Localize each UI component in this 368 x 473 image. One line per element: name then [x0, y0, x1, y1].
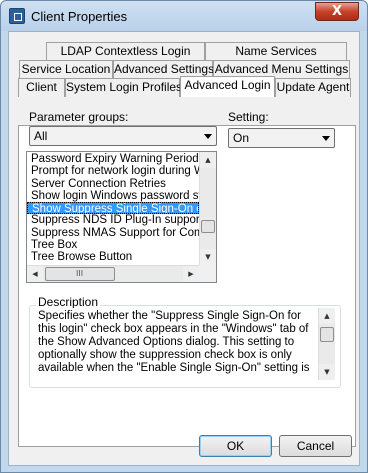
list-item[interactable]: Prompt for network login during W — [27, 165, 199, 177]
scroll-left-icon[interactable]: ◀ — [27, 266, 43, 282]
description-text: Specifies whether the "Suppress Single S… — [38, 310, 310, 374]
chevron-down-icon — [204, 134, 212, 139]
setting-value: On — [233, 131, 250, 145]
description-vscroll-thumb[interactable] — [320, 327, 334, 342]
list-item-selected[interactable]: Show Suppress Single Sign-On che — [27, 202, 199, 215]
tab-update-agent[interactable]: Update Agent — [275, 78, 351, 97]
setting-label: Setting: — [228, 110, 269, 124]
list-hscroll-thumb[interactable]: III — [45, 267, 115, 281]
tab-name-services[interactable]: Name Services — [205, 42, 347, 61]
scroll-down-icon[interactable]: ▼ — [200, 249, 216, 265]
list-item[interactable]: Suppress NDS ID Plug-In support — [27, 214, 199, 226]
scroll-up-icon[interactable]: ▲ — [319, 308, 335, 324]
title-bar[interactable]: Client Properties X — [1, 1, 367, 31]
parameter-groups-dropdown[interactable]: All — [29, 126, 217, 146]
close-button[interactable]: X — [315, 2, 359, 21]
description-vertical-scrollbar[interactable]: ▲ ▼ — [318, 308, 335, 380]
list-item[interactable]: Password Expiry Warning Period — [27, 153, 199, 165]
list-vertical-scrollbar[interactable]: ▲ ▼ — [199, 152, 216, 265]
parameter-listbox[interactable]: Password Expiry Warning Period Prompt fo… — [26, 151, 217, 283]
parameter-groups-value: All — [34, 129, 48, 143]
client-properties-window: Client Properties X LDAP Contextless Log… — [0, 0, 368, 473]
tab-client[interactable]: Client — [18, 78, 65, 97]
scroll-down-icon[interactable]: ▼ — [319, 364, 335, 380]
tab-advanced-login[interactable]: Advanced Login — [180, 76, 275, 97]
description-label: Description — [36, 295, 101, 309]
app-icon — [9, 8, 25, 24]
list-vscroll-thumb[interactable] — [201, 220, 215, 233]
tab-ldap-contextless-login[interactable]: LDAP Contextless Login — [46, 42, 205, 61]
cancel-button[interactable]: Cancel — [279, 435, 352, 457]
description-textbox[interactable]: Specifies whether the "Suppress Single S… — [37, 308, 335, 380]
list-item[interactable]: Server Connection Retries — [27, 178, 199, 190]
ok-button[interactable]: OK — [199, 435, 272, 457]
parameter-list: Password Expiry Warning Period Prompt fo… — [27, 153, 199, 264]
tab-service-location[interactable]: Service Location — [19, 60, 113, 79]
scroll-right-icon[interactable]: ▶ — [183, 266, 199, 282]
list-horizontal-scrollbar[interactable]: ◀ III ▶ — [27, 265, 199, 282]
list-item[interactable]: Tree Browse Button — [27, 251, 199, 263]
chevron-down-icon — [322, 136, 330, 141]
scroll-up-icon[interactable]: ▲ — [200, 152, 216, 168]
list-item[interactable]: Suppress NMAS Support for Comp — [27, 227, 199, 239]
scrollbar-corner — [199, 265, 216, 282]
setting-dropdown[interactable]: On — [228, 128, 335, 148]
parameter-groups-label: Parameter groups: — [29, 110, 129, 124]
window-title: Client Properties — [31, 9, 128, 24]
tab-system-login-profiles[interactable]: System Login Profiles — [65, 78, 182, 97]
scroll-grip: III — [76, 269, 84, 278]
list-item[interactable]: Tree Box — [27, 239, 199, 251]
list-item[interactable]: Show login Windows password syn — [27, 190, 199, 202]
